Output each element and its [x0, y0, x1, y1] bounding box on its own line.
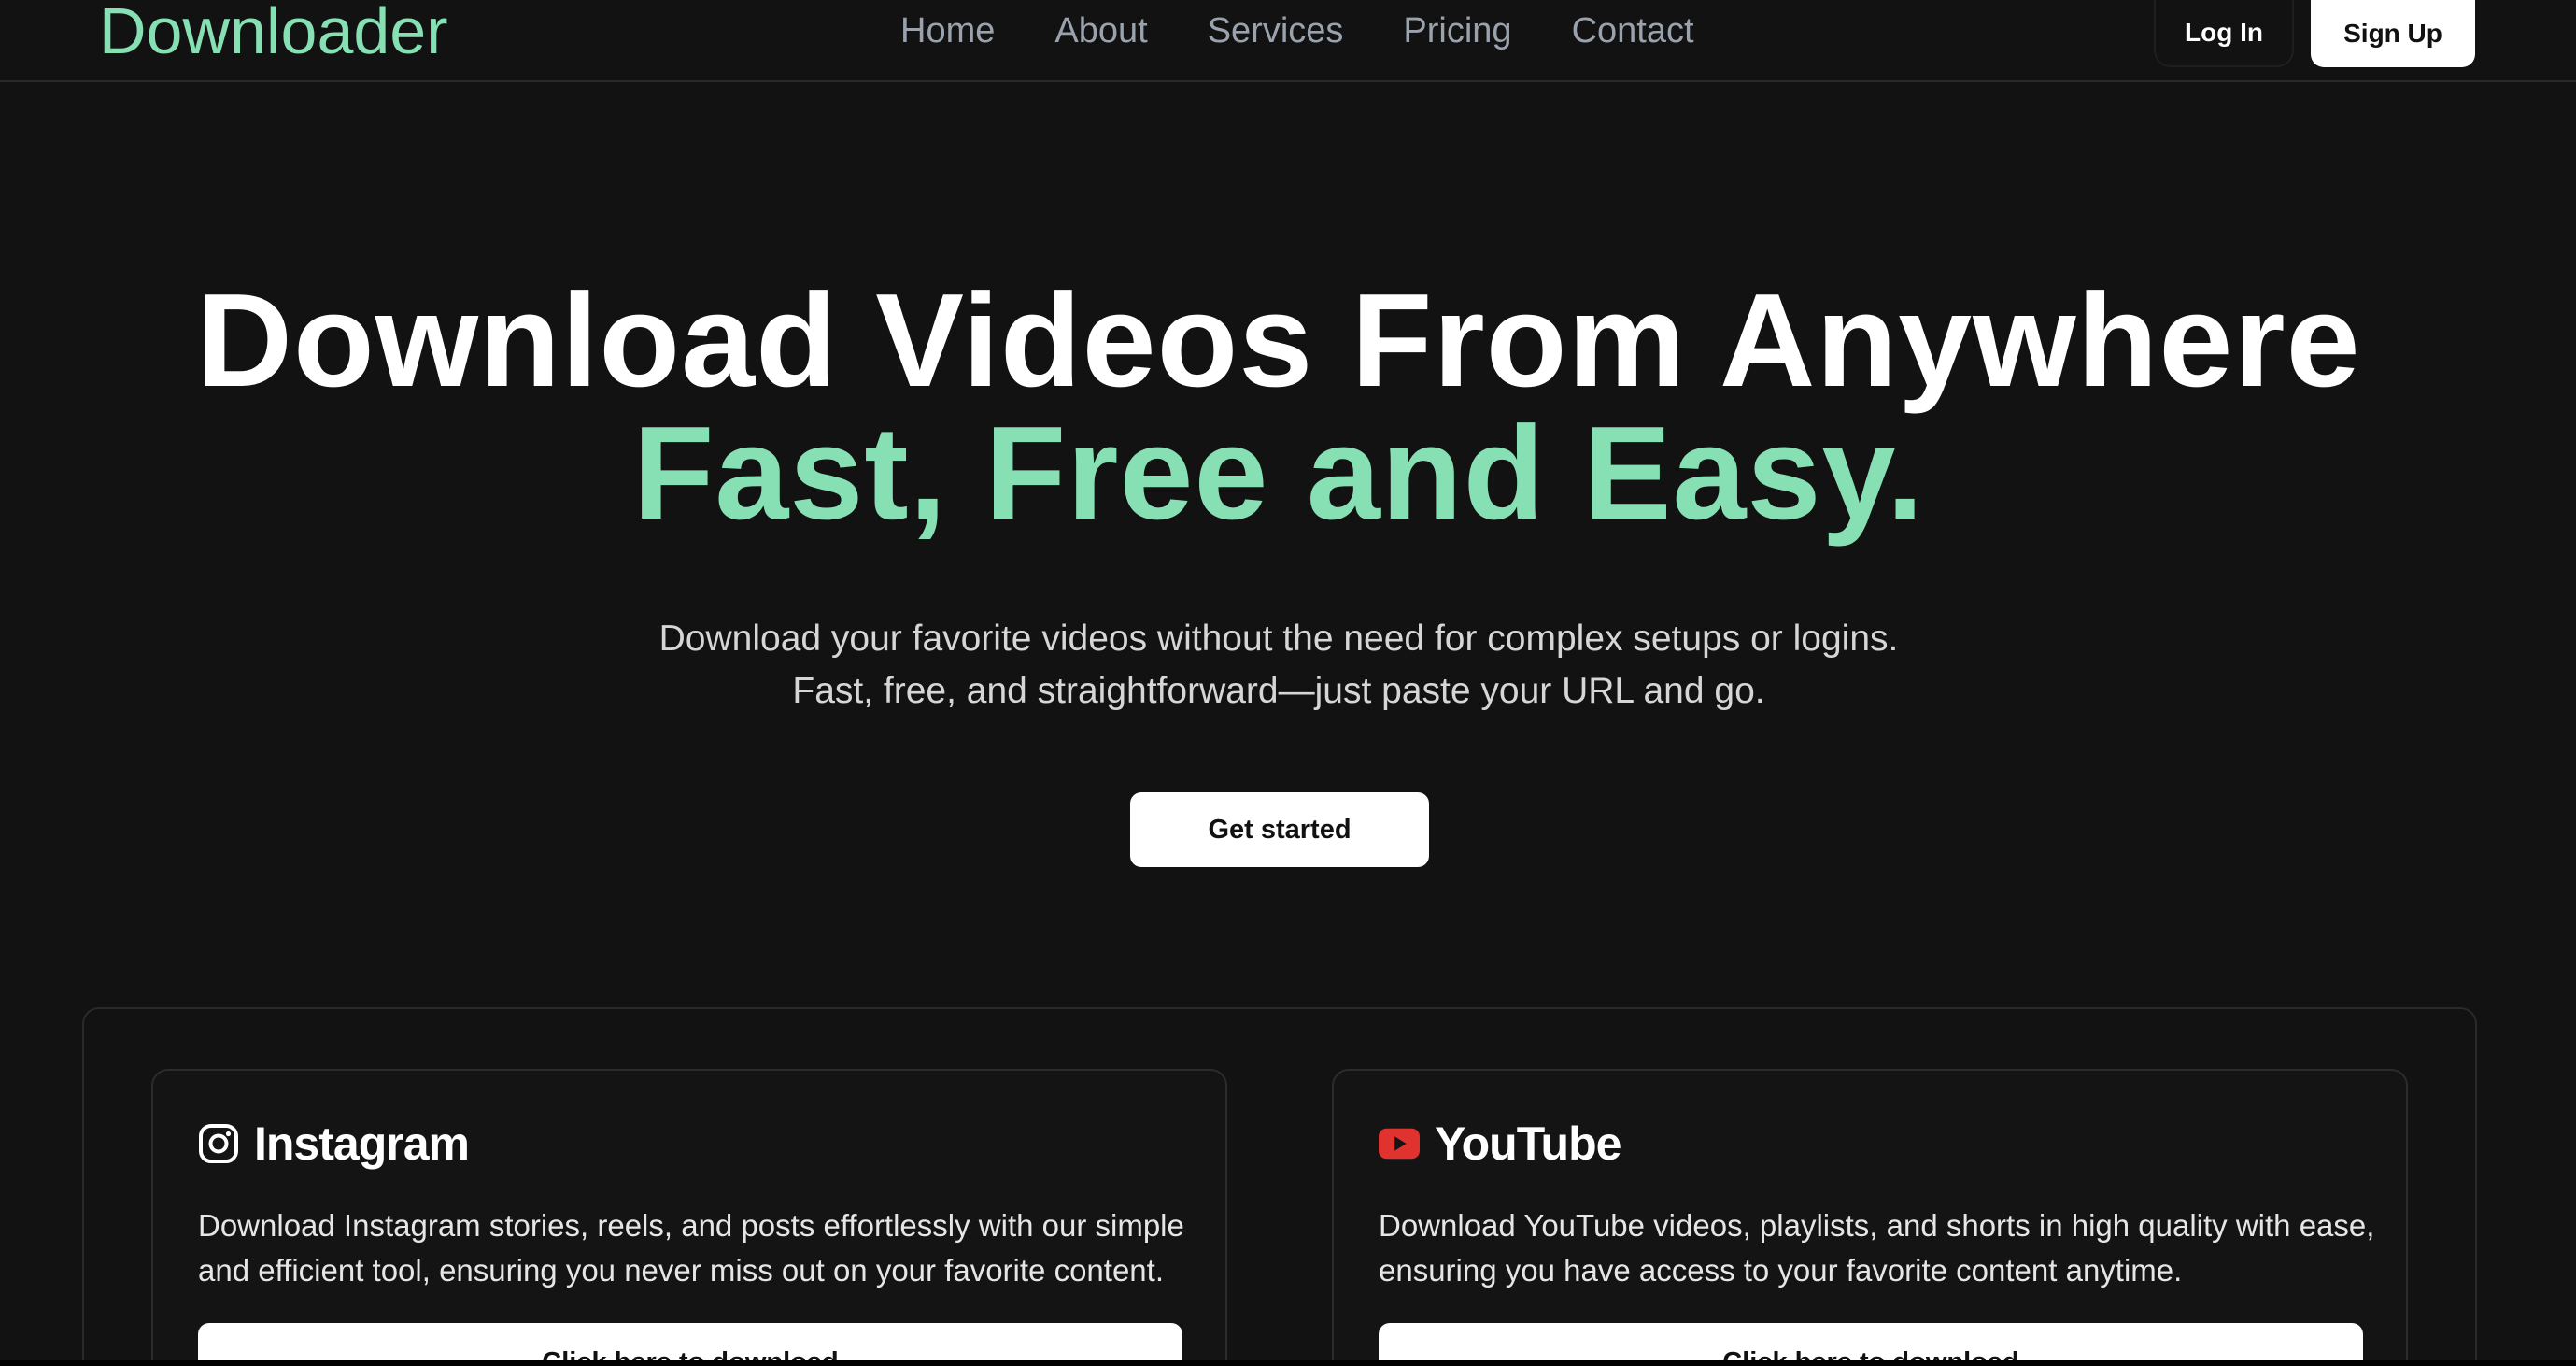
login-button[interactable]: Log In [2154, 0, 2294, 67]
nav-pricing[interactable]: Pricing [1403, 7, 1511, 54]
get-started-button[interactable]: Get started [1130, 792, 1429, 867]
youtube-icon [1379, 1123, 1420, 1164]
nav-contact[interactable]: Contact [1572, 7, 1694, 54]
window-bottom-edge [0, 1360, 2576, 1366]
instagram-card-title: Instagram [254, 1117, 470, 1170]
hero-title: Download Videos From Anywhere [196, 266, 2361, 415]
nav-about[interactable]: About [1054, 7, 1147, 54]
nav-home[interactable]: Home [900, 7, 995, 54]
youtube-card-description: Download YouTube videos, playlists, and … [1379, 1208, 2375, 1288]
instagram-icon [198, 1123, 239, 1164]
hero-accent-title: Fast, Free and Easy. [632, 399, 1925, 548]
youtube-card-title: YouTube [1435, 1117, 1621, 1170]
instagram-card: Instagram Download Instagram stories, re… [151, 1069, 1227, 1366]
page: Downloader Home About Services Pricing C… [0, 0, 2576, 1366]
hero-subtitle-line-2: Fast, free, and straightforward—just pas… [792, 671, 1765, 711]
youtube-card: YouTube Download YouTube videos, playlis… [1332, 1069, 2408, 1366]
hero-subtitle-line-1: Download your favorite videos without th… [658, 619, 1899, 659]
instagram-card-header: Instagram [198, 1116, 470, 1172]
hero-subtitle: Download your favorite videos without th… [0, 613, 2557, 718]
nav-services[interactable]: Services [1208, 7, 1344, 54]
main-nav: Home About Services Pricing Contact [900, 7, 1754, 54]
instagram-card-description: Download Instagram stories, reels, and p… [198, 1208, 1184, 1288]
youtube-card-header: YouTube [1379, 1116, 1621, 1172]
signup-button[interactable]: Sign Up [2311, 0, 2475, 67]
site-logo[interactable]: Downloader [99, 0, 448, 64]
site-header: Downloader Home About Services Pricing C… [0, 0, 2576, 82]
